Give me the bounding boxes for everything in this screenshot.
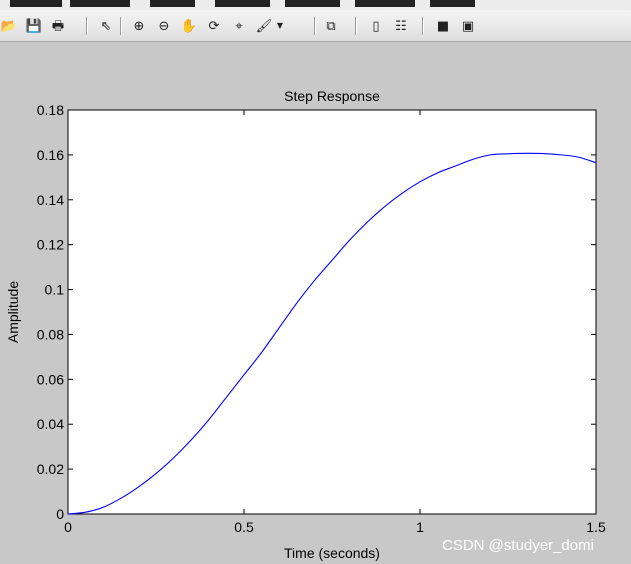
- plot-area[interactable]: [67, 109, 597, 515]
- chart-title: Step Response: [284, 88, 380, 104]
- y-tick-label: 0.04: [37, 416, 64, 432]
- y-tick-label: 0.08: [37, 326, 64, 342]
- x-tick-label: 0.5: [234, 519, 254, 535]
- open-file-icon[interactable]: 📂: [0, 15, 20, 37]
- legend-icon[interactable]: ☷: [390, 15, 412, 37]
- y-axis-label: Amplitude: [5, 281, 21, 343]
- print-icon[interactable]: 🖶: [47, 15, 69, 37]
- link-plot-icon[interactable]: ⧉: [320, 15, 342, 37]
- watermark: CSDN @studyer_domi: [442, 537, 594, 554]
- y-tick-label: 0: [56, 506, 64, 522]
- colorbar-icon[interactable]: ▯: [365, 15, 387, 37]
- figure-toolbar: ▼ 📂 💾 🖶 ⇖ ⊕ ⊖ ✋ ⟳ ⌖ 🖌 ⧉ ▯ ☷ ■ ▣: [0, 10, 631, 42]
- y-tick-label: 0.1: [45, 282, 65, 298]
- figure-canvas: 0 0.02 0.04 0.06 0.08 0.1 0.12 0.14 0.16 0.18 0 0.5…: [5, 88, 606, 561]
- menu-bar: [0, 0, 631, 10]
- y-tick-label: 0.18: [37, 102, 64, 118]
- save-icon[interactable]: 💾: [23, 15, 45, 37]
- brush-dropdown-icon[interactable]: ▼: [274, 15, 286, 37]
- x-tick-label: 0: [64, 519, 72, 535]
- brush-icon[interactable]: 🖌: [253, 15, 275, 37]
- zoom-out-icon[interactable]: ⊖: [153, 15, 175, 37]
- data-cursor-icon[interactable]: ⌖: [228, 15, 250, 37]
- pan-hand-icon[interactable]: ✋: [178, 15, 200, 37]
- y-tick-label: 0.14: [37, 192, 64, 208]
- x-tick-label: 1: [416, 519, 424, 535]
- x-axis-label: Time (seconds): [284, 545, 380, 561]
- x-tick-label: 1.5: [586, 519, 606, 535]
- rotate-3d-icon[interactable]: ⟳: [203, 15, 225, 37]
- hide-plot-tools-icon[interactable]: ■: [432, 15, 454, 37]
- show-plot-tools-icon[interactable]: ▣: [457, 15, 479, 37]
- y-tick-label: 0.16: [37, 147, 64, 163]
- y-tick-label: 0.12: [37, 237, 64, 253]
- zoom-in-icon[interactable]: ⊕: [128, 15, 150, 37]
- y-tick-label: 0.06: [37, 371, 64, 387]
- y-tick-label: 0.02: [37, 461, 64, 477]
- pointer-arrow-icon[interactable]: ⇖: [95, 15, 117, 37]
